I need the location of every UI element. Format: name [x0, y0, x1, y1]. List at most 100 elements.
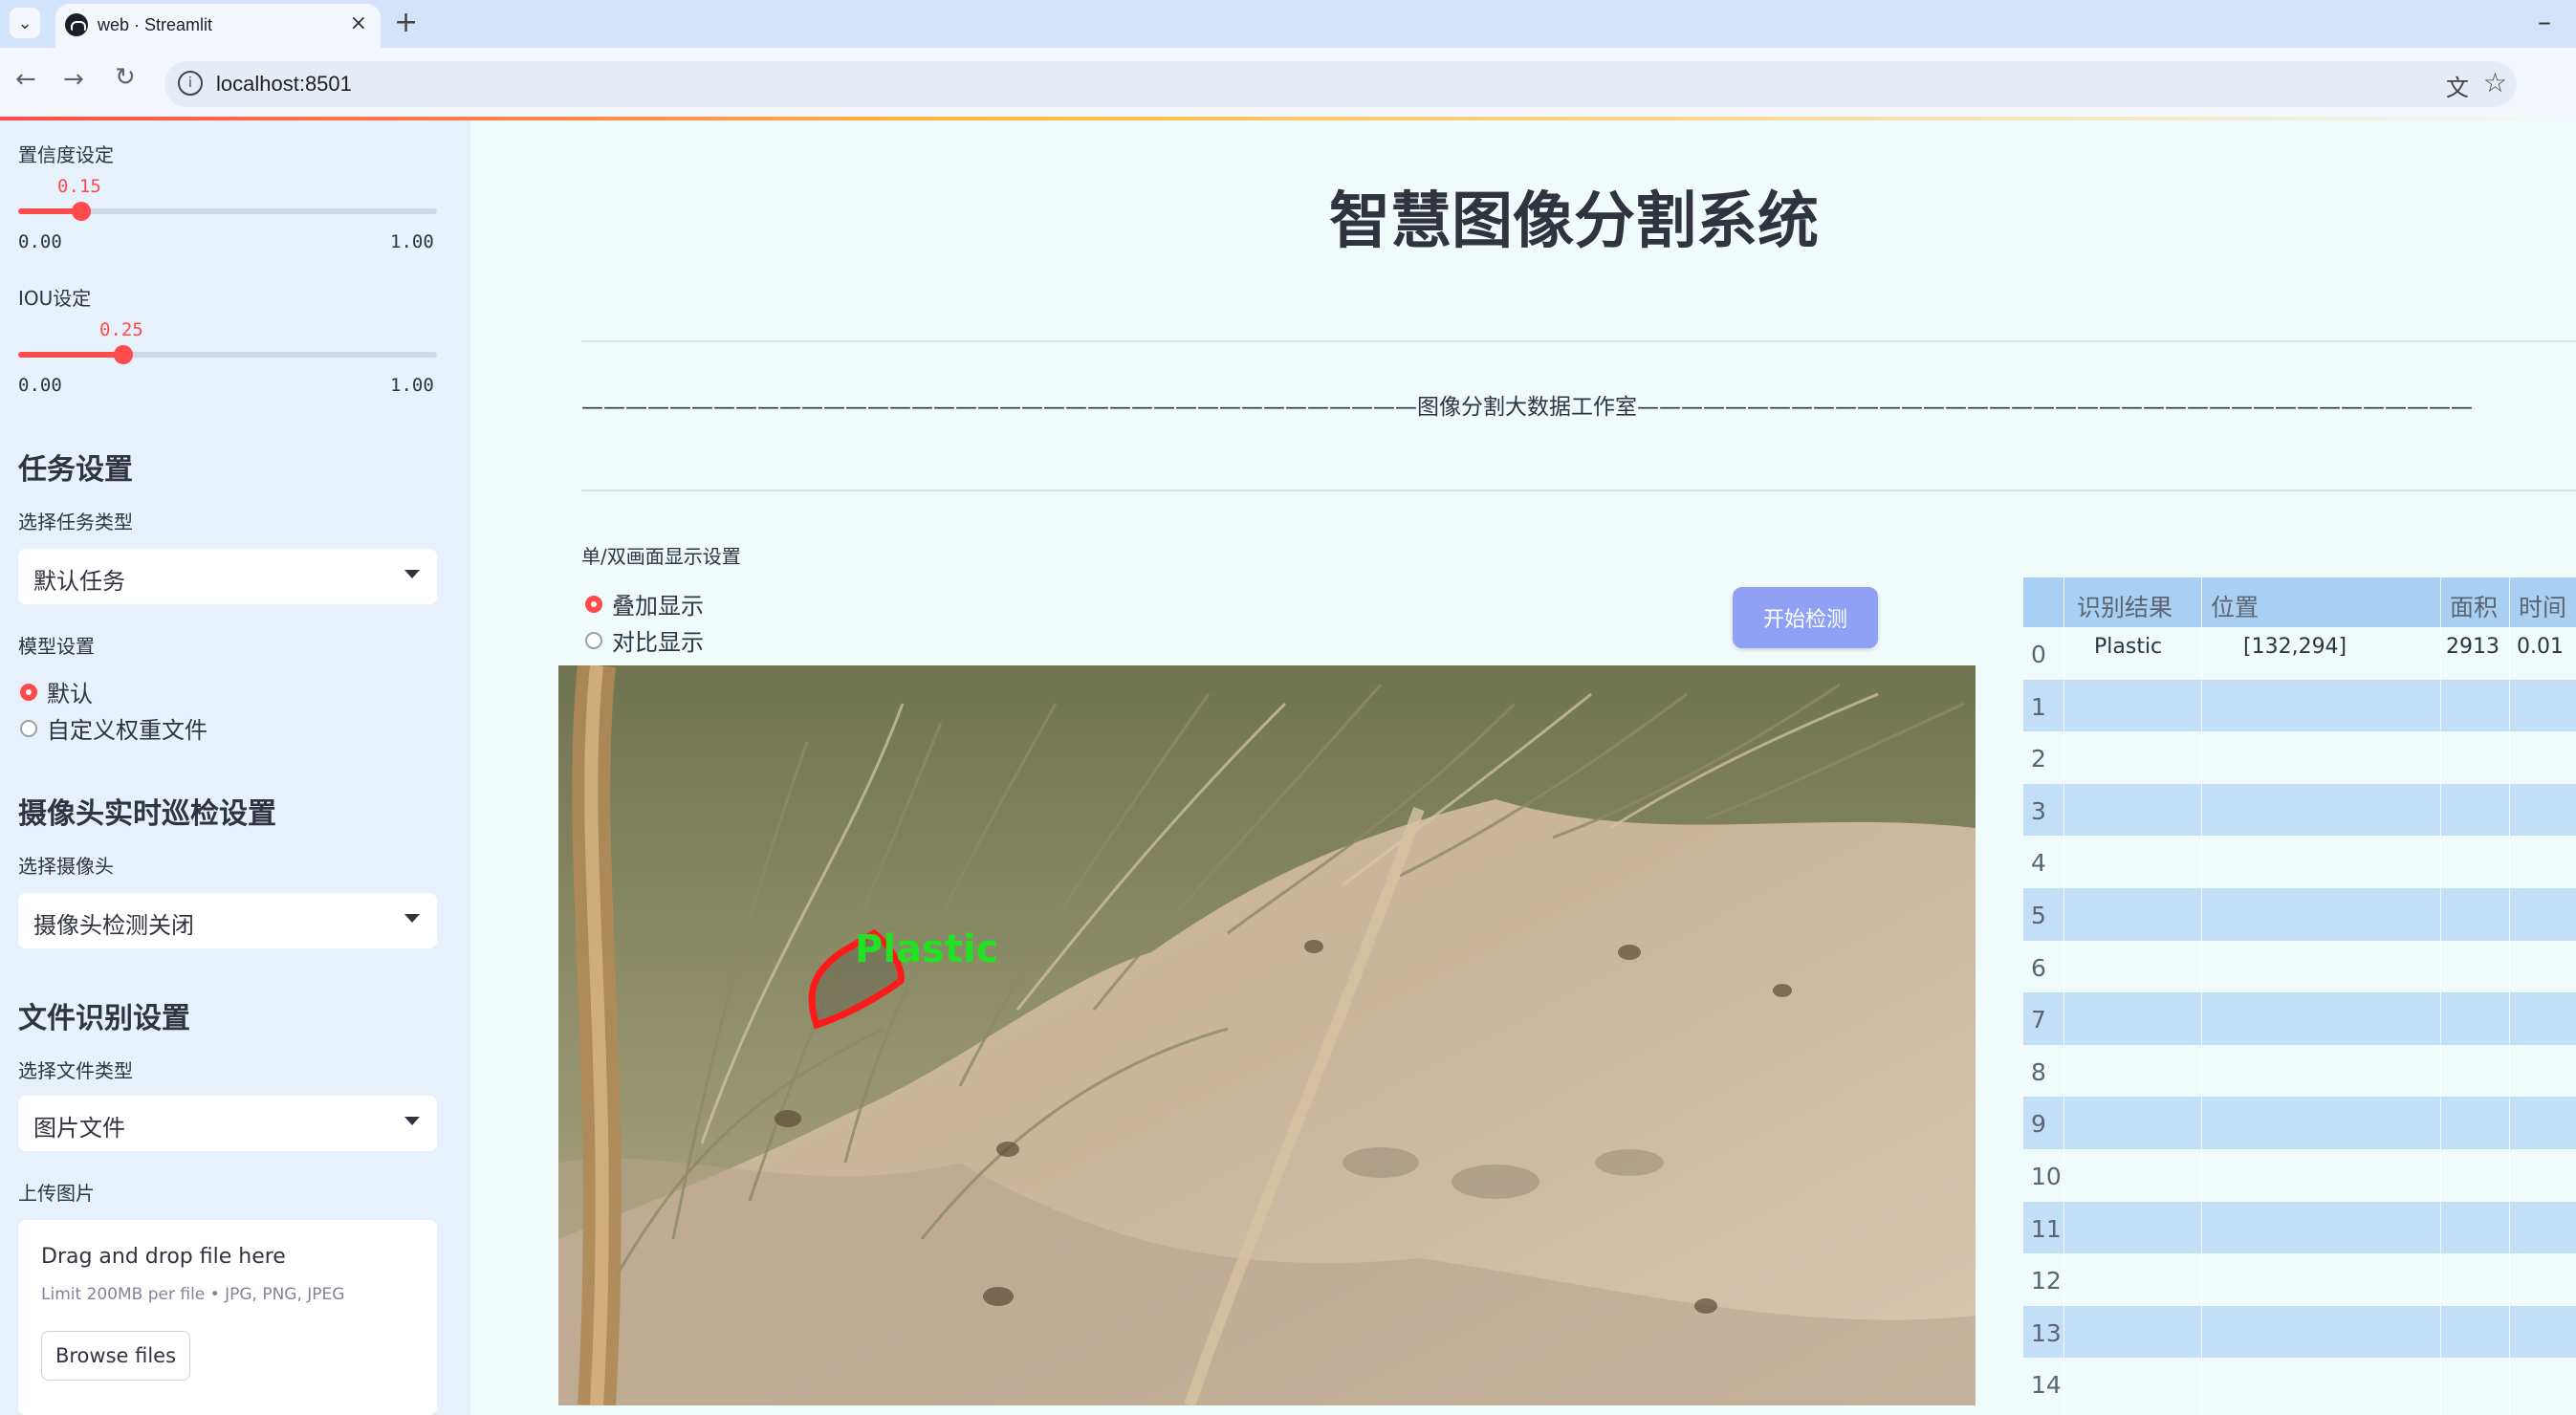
detection-image: Plastic: [558, 665, 1976, 1405]
upload-label: 上传图片: [18, 1182, 95, 1205]
confidence-value: 0.15: [57, 176, 101, 197]
confidence-max: 1.00: [390, 231, 434, 252]
row-index: 8: [2031, 1057, 2046, 1086]
row-index: 3: [2031, 796, 2046, 825]
back-icon[interactable]: ←: [15, 65, 36, 94]
camera-select[interactable]: 摄像头检测关闭: [18, 893, 437, 948]
task-type-select[interactable]: 默认任务: [18, 549, 437, 604]
table-row[interactable]: 13: [2023, 1305, 2576, 1359]
detection-label-text: Plastic: [855, 927, 998, 971]
row-position: [132,294]: [2243, 635, 2347, 659]
column-divider: [2440, 577, 2441, 1415]
camera-select-label: 选择摄像头: [18, 855, 114, 878]
page-title: 智慧图像分割系统: [1329, 186, 1819, 257]
table-row[interactable]: 6: [2023, 941, 2576, 993]
column-header-time: 时间: [2519, 594, 2567, 621]
table-row[interactable]: 1: [2023, 679, 2576, 732]
model-settings-label: 模型设置: [18, 635, 95, 658]
tab-strip: ⌄ web · Streamlit × + –: [0, 0, 2576, 48]
table-row[interactable]: 7: [2023, 992, 2576, 1045]
table-row[interactable]: 5: [2023, 888, 2576, 941]
minimize-icon[interactable]: –: [2538, 6, 2551, 37]
table-row[interactable]: 0 Plastic [132,294] 2913 0.01: [2023, 627, 2576, 680]
file-type-select[interactable]: 图片文件: [18, 1096, 437, 1151]
iou-value: 0.25: [99, 319, 143, 340]
chevron-down-icon: [404, 1117, 420, 1125]
row-index: 7: [2031, 1006, 2046, 1034]
translate-icon[interactable]: 文: [2446, 69, 2469, 102]
address-bar[interactable]: i localhost:8501 文 ☆: [164, 61, 2517, 107]
reload-icon[interactable]: ↻: [115, 63, 136, 92]
row-index: 11: [2031, 1214, 2062, 1243]
table-row[interactable]: 11: [2023, 1201, 2576, 1254]
results-table[interactable]: 0 Plastic [132,294] 2913 0.01 1 2 3 4 5 6 7 8 9 10 11 12…: [2023, 577, 2576, 1415]
beach-grass-photo: Plastic: [558, 665, 1976, 1405]
iou-label: IOU设定: [18, 287, 92, 310]
browser-tab[interactable]: web · Streamlit ×: [55, 4, 381, 48]
row-index: 9: [2031, 1110, 2046, 1139]
camera-select-value: 摄像头检测关闭: [33, 912, 194, 939]
url-text: localhost:8501: [216, 72, 352, 96]
streamlit-favicon-icon: [65, 13, 88, 36]
address-row: ← → ↻ i localhost:8501 文 ☆: [0, 48, 2576, 117]
row-index: 14: [2031, 1371, 2062, 1400]
row-index: 5: [2031, 902, 2046, 929]
confidence-slider[interactable]: [18, 202, 437, 221]
model-option-label: 默认: [47, 681, 93, 708]
table-row[interactable]: 8: [2023, 1045, 2576, 1098]
task-type-value: 默认任务: [33, 568, 125, 595]
site-info-icon[interactable]: i: [178, 71, 203, 96]
task-settings-heading: 任务设置: [18, 453, 133, 487]
row-index: 12: [2031, 1267, 2062, 1295]
iou-slider-fill: [18, 352, 123, 358]
display-mode-label: 单/双画面显示设置: [581, 545, 741, 568]
row-area: 2913: [2446, 635, 2500, 659]
file-dropzone[interactable]: Drag and drop file here Limit 200MB per …: [18, 1220, 437, 1415]
start-detection-button[interactable]: 开始检测: [1733, 587, 1878, 648]
confidence-min: 0.00: [18, 231, 62, 252]
column-header-area: 面积: [2450, 594, 2499, 621]
confidence-slider-thumb[interactable]: [71, 202, 91, 221]
camera-settings-heading: 摄像头实时巡检设置: [18, 797, 276, 831]
column-divider: [2509, 577, 2510, 1415]
confidence-label: 置信度设定: [18, 143, 114, 166]
row-result: Plastic: [2094, 635, 2163, 659]
bookmark-star-icon[interactable]: ☆: [2483, 67, 2507, 98]
iou-slider[interactable]: [18, 345, 437, 364]
display-option-compare[interactable]: 对比显示: [585, 623, 704, 657]
iou-min: 0.00: [18, 375, 62, 396]
radio-selected-icon: [20, 683, 37, 701]
divider: [581, 490, 2576, 491]
file-type-label: 选择文件类型: [18, 1059, 133, 1082]
table-row[interactable]: 9: [2023, 1097, 2576, 1149]
column-divider: [2201, 577, 2202, 1415]
model-option-default[interactable]: 默认: [20, 675, 93, 708]
row-time: 0.01: [2517, 635, 2564, 659]
tab-search-icon[interactable]: ⌄: [10, 8, 40, 38]
model-option-label: 自定义权重文件: [47, 717, 207, 744]
radio-unselected-icon: [585, 631, 602, 649]
column-header-position: 位置: [2211, 594, 2259, 621]
studio-subtitle: ——————————————————————————————————————图像…: [581, 395, 2473, 420]
display-option-label: 叠加显示: [612, 593, 704, 620]
browser-chrome: ⌄ web · Streamlit × + – ← → ↻ i localhos…: [0, 0, 2576, 117]
forward-icon[interactable]: →: [63, 65, 84, 94]
file-type-value: 图片文件: [33, 1115, 125, 1142]
row-index: 4: [2031, 849, 2046, 878]
table-row[interactable]: 3: [2023, 783, 2576, 837]
table-header: 识别结果 位置 面积 时间: [2023, 577, 2576, 627]
display-option-label: 对比显示: [612, 629, 704, 656]
chevron-down-icon: [404, 914, 420, 923]
model-option-custom[interactable]: 自定义权重文件: [20, 711, 207, 745]
column-header-result: 识别结果: [2077, 594, 2173, 621]
table-row[interactable]: 2: [2023, 731, 2576, 784]
table-row[interactable]: 12: [2023, 1253, 2576, 1306]
display-option-overlay[interactable]: 叠加显示: [585, 587, 704, 620]
new-tab-icon[interactable]: +: [394, 6, 418, 39]
table-row[interactable]: 10: [2023, 1149, 2576, 1202]
tab-close-icon[interactable]: ×: [350, 11, 367, 35]
browse-files-button[interactable]: Browse files: [41, 1331, 190, 1381]
iou-slider-thumb[interactable]: [113, 345, 133, 364]
table-row[interactable]: 4: [2023, 836, 2576, 888]
table-row[interactable]: 14: [2023, 1358, 2576, 1410]
